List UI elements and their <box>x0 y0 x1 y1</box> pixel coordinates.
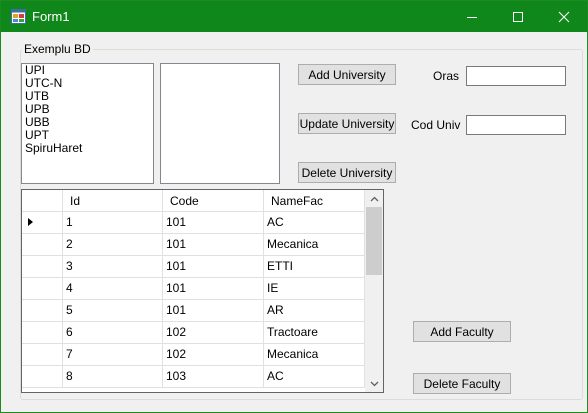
cell-namefac[interactable]: ETTI <box>264 256 365 278</box>
scroll-up-button[interactable] <box>365 190 383 207</box>
cell-code[interactable]: 101 <box>163 234 264 256</box>
faculty-listbox[interactable] <box>160 63 280 184</box>
cell-id[interactable]: 6 <box>63 322 163 344</box>
table-row[interactable]: 3 101 ETTI <box>22 256 365 278</box>
cell-namefac[interactable]: AR <box>264 300 365 322</box>
cell-code[interactable]: 101 <box>163 212 264 234</box>
scroll-down-button[interactable] <box>365 375 383 392</box>
update-university-button[interactable]: Update University <box>298 113 396 134</box>
title-bar[interactable]: Form1 <box>1 1 587 32</box>
grid-header-row: Id Code NameFac <box>22 190 365 212</box>
oras-label: Oras <box>433 69 460 83</box>
cell-namefac[interactable]: AC <box>264 366 365 388</box>
row-header[interactable] <box>22 366 63 388</box>
maximize-icon <box>513 11 523 22</box>
cell-code[interactable]: 102 <box>163 322 264 344</box>
row-header[interactable] <box>22 256 63 278</box>
minimize-button[interactable] <box>449 1 495 32</box>
close-button[interactable] <box>541 1 587 32</box>
app-form-icon <box>11 9 26 24</box>
minimize-icon <box>467 16 477 18</box>
grid-vertical-scrollbar[interactable] <box>365 190 383 392</box>
table-row[interactable]: 6 102 Tractoare <box>22 322 365 344</box>
form1-window: Form1 Exemplu BD UPI UTC-N UTB UPB UBB UPT Spi… <box>0 0 588 413</box>
table-row[interactable]: 5 101 AR <box>22 300 365 322</box>
cell-id[interactable]: 7 <box>63 344 163 366</box>
cell-id[interactable]: 3 <box>63 256 163 278</box>
add-university-button[interactable]: Add University <box>298 64 396 85</box>
cell-code[interactable]: 101 <box>163 278 264 300</box>
row-header[interactable] <box>22 278 63 300</box>
oras-input[interactable] <box>466 66 566 86</box>
university-list-item[interactable]: SpiruHaret <box>22 142 153 155</box>
delete-faculty-button[interactable]: Delete Faculty <box>413 373 511 394</box>
cell-id[interactable]: 5 <box>63 300 163 322</box>
chevron-down-icon <box>370 381 378 386</box>
cell-namefac[interactable]: Mecanica <box>264 344 365 366</box>
university-listbox[interactable]: UPI UTC-N UTB UPB UBB UPT SpiruHaret <box>21 63 154 184</box>
row-header[interactable] <box>22 344 63 366</box>
cell-id[interactable]: 4 <box>63 278 163 300</box>
add-faculty-button[interactable]: Add Faculty <box>413 321 511 342</box>
cell-code[interactable]: 101 <box>163 300 264 322</box>
column-header-namefac[interactable]: NameFac <box>264 190 365 212</box>
grid-body: 1 101 AC 2 101 Mecanica 3 101 ETTI 4 101 IE 5 101 AR 6 1… <box>22 212 365 388</box>
table-row[interactable]: 8 103 AC <box>22 366 365 388</box>
cell-namefac[interactable]: IE <box>264 278 365 300</box>
cell-id[interactable]: 2 <box>63 234 163 256</box>
maximize-button[interactable] <box>495 1 541 32</box>
cell-id[interactable]: 8 <box>63 366 163 388</box>
chevron-up-icon <box>370 196 378 201</box>
row-header[interactable] <box>22 322 63 344</box>
faculty-data-grid[interactable]: Id Code NameFac 1 101 AC 2 101 Mecanica 3 101 ET… <box>21 189 384 393</box>
cell-namefac[interactable]: AC <box>264 212 365 234</box>
cell-code[interactable]: 103 <box>163 366 264 388</box>
grid-row-header-corner <box>22 190 63 212</box>
table-row[interactable]: 4 101 IE <box>22 278 365 300</box>
row-header[interactable] <box>22 234 63 256</box>
delete-university-button[interactable]: Delete University <box>298 162 396 183</box>
group-box-label: Exemplu BD <box>22 42 93 56</box>
cod-univ-input[interactable] <box>466 115 566 135</box>
cell-id[interactable]: 1 <box>63 212 163 234</box>
row-header[interactable] <box>22 300 63 322</box>
table-row[interactable]: 7 102 Mecanica <box>22 344 365 366</box>
table-row[interactable]: 2 101 Mecanica <box>22 234 365 256</box>
cell-namefac[interactable]: Tractoare <box>264 322 365 344</box>
window-title: Form1 <box>32 9 70 24</box>
table-row[interactable]: 1 101 AC <box>22 212 365 234</box>
row-header[interactable] <box>22 212 63 234</box>
client-area: Exemplu BD UPI UTC-N UTB UPB UBB UPT SpiruHare… <box>9 32 583 406</box>
close-icon <box>558 11 570 22</box>
column-header-id[interactable]: Id <box>63 190 163 212</box>
cell-code[interactable]: 102 <box>163 344 264 366</box>
cod-univ-label: Cod Univ <box>411 118 461 132</box>
column-header-code[interactable]: Code <box>163 190 264 212</box>
current-row-arrow-icon <box>28 218 33 226</box>
cell-namefac[interactable]: Mecanica <box>264 234 365 256</box>
scroll-thumb[interactable] <box>366 207 382 275</box>
cell-code[interactable]: 101 <box>163 256 264 278</box>
